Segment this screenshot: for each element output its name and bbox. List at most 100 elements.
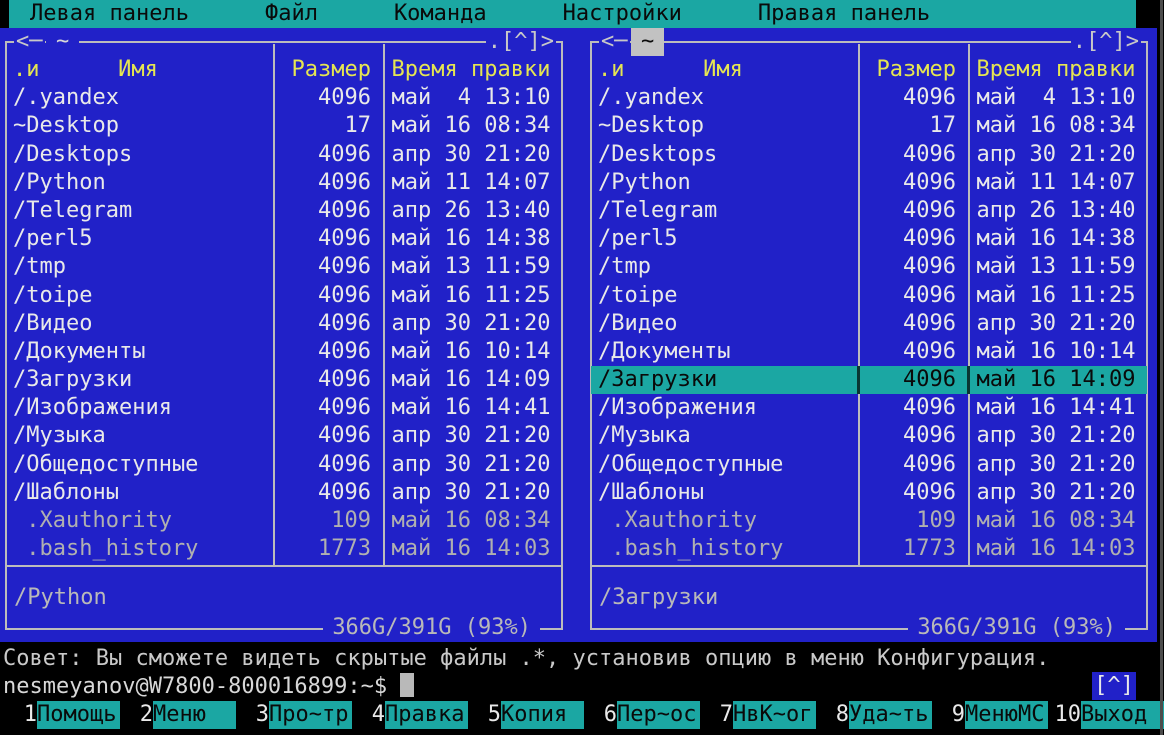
file-row[interactable]: /Шаблоны4096апр 30 21:20 xyxy=(6,479,562,507)
file-row[interactable]: /Python4096май 11 14:07 xyxy=(591,169,1147,197)
terminal-scrollbar[interactable] xyxy=(1160,0,1163,735)
file-size: 4096 xyxy=(855,197,965,225)
file-row[interactable]: .bash_history1773май 16 14:03 xyxy=(591,535,1147,563)
fkey-number: 10 xyxy=(1048,701,1081,729)
file-row[interactable]: /Общедоступные4096апр 30 21:20 xyxy=(6,451,562,479)
file-size: 4096 xyxy=(855,338,965,366)
file-size: 4096 xyxy=(270,338,380,366)
column-header-name[interactable]: .иИмя xyxy=(6,56,270,84)
panel-path[interactable]: ~ xyxy=(46,28,79,56)
fkey-6[interactable]: 6Пер~ос xyxy=(584,701,700,729)
fkey-8[interactable]: 8Уда~ть xyxy=(816,701,932,729)
fkey-1[interactable]: 1Помощь xyxy=(4,701,120,729)
file-name: /Изображения xyxy=(6,394,270,422)
file-row[interactable]: /toipe4096май 16 11:25 xyxy=(6,282,562,310)
fkey-number: 2 xyxy=(120,701,153,729)
file-row[interactable]: /perl54096май 16 14:38 xyxy=(6,225,562,253)
file-row[interactable]: /Шаблоны4096апр 30 21:20 xyxy=(591,479,1147,507)
fkey-label: Копия xyxy=(501,701,584,729)
column-header-name[interactable]: .иИмя xyxy=(591,56,855,84)
file-size: 4096 xyxy=(855,84,965,112)
file-mtime: май 16 08:34 xyxy=(380,112,562,140)
file-row[interactable]: /Desktops4096апр 30 21:20 xyxy=(591,141,1147,169)
file-mtime: май 16 14:41 xyxy=(965,394,1147,422)
file-list: .иИмяРазмерВремя правки/.yandex4096май 4… xyxy=(591,56,1147,563)
panel-up-icon[interactable]: .[^]> xyxy=(1071,28,1141,56)
menu-item-1[interactable]: Левая панель xyxy=(30,0,189,28)
file-row[interactable]: /Telegram4096апр 26 13:40 xyxy=(6,197,562,225)
menu-item-2[interactable]: Файл xyxy=(265,0,318,28)
file-row[interactable]: /tmp4096май 13 11:59 xyxy=(6,253,562,281)
file-row[interactable]: /Python4096май 11 14:07 xyxy=(6,169,562,197)
file-name: /Документы xyxy=(591,338,855,366)
file-row[interactable]: /.yandex4096май 4 13:10 xyxy=(6,84,562,112)
menu-item-3[interactable]: Команда xyxy=(394,0,487,28)
file-name: /Шаблоны xyxy=(591,479,855,507)
file-row[interactable]: /Изображения4096май 16 14:41 xyxy=(591,394,1147,422)
file-row[interactable]: /Desktops4096апр 30 21:20 xyxy=(6,141,562,169)
command-line[interactable]: nesmeyanov@W7800-800016899:~$ xyxy=(3,673,414,701)
scroll-up-indicator[interactable]: [^] xyxy=(1092,672,1136,700)
column-header-mtime[interactable]: Время правки xyxy=(965,56,1147,84)
file-row[interactable]: /toipe4096май 16 11:25 xyxy=(591,282,1147,310)
file-row[interactable]: .Xauthority109май 16 08:34 xyxy=(6,507,562,535)
menu-item-5[interactable]: Правая панель xyxy=(758,0,930,28)
file-row[interactable]: /.yandex4096май 4 13:10 xyxy=(591,84,1147,112)
panel-header: <─ ~ .[^]> xyxy=(587,28,1151,56)
file-row[interactable]: /Документы4096май 16 10:14 xyxy=(591,338,1147,366)
file-mtime: май 16 10:14 xyxy=(380,338,562,366)
file-row[interactable]: /Видео4096апр 30 21:20 xyxy=(591,310,1147,338)
fkey-number: 8 xyxy=(816,701,849,729)
file-list: .иИмяРазмерВремя правки/.yandex4096май 4… xyxy=(6,56,562,563)
file-row[interactable]: /Загрузки4096май 16 14:09 xyxy=(6,366,562,394)
file-row[interactable]: /tmp4096май 13 11:59 xyxy=(591,253,1147,281)
column-header-size[interactable]: Размер xyxy=(270,56,380,84)
fkey-3[interactable]: 3Про~тр xyxy=(236,701,352,729)
file-size: 4096 xyxy=(855,366,965,394)
fkey-4[interactable]: 4Правка xyxy=(352,701,468,729)
file-row[interactable]: ~Desktop17май 16 08:34 xyxy=(591,112,1147,140)
file-size: 4096 xyxy=(270,84,380,112)
history-back-icon[interactable]: <─ xyxy=(599,28,630,56)
fkey-2[interactable]: 2Меню xyxy=(120,701,236,729)
file-name: /tmp xyxy=(6,253,270,281)
file-size: 4096 xyxy=(270,282,380,310)
history-back-icon[interactable]: <─ xyxy=(14,28,45,56)
file-row[interactable]: .Xauthority109май 16 08:34 xyxy=(591,507,1147,535)
menu-item-4[interactable]: Настройки xyxy=(563,0,682,28)
file-name: /Общедоступные xyxy=(6,451,270,479)
fkey-7[interactable]: 7НвК~ог xyxy=(700,701,816,729)
fkey-number: 3 xyxy=(236,701,269,729)
file-size: 4096 xyxy=(855,310,965,338)
column-header-size[interactable]: Размер xyxy=(855,56,965,84)
file-row[interactable]: /Музыка4096апр 30 21:20 xyxy=(591,422,1147,450)
fkey-10[interactable]: 10Выход xyxy=(1048,701,1164,729)
file-mtime: апр 30 21:20 xyxy=(965,422,1147,450)
panel-path[interactable]: ~ xyxy=(631,28,664,56)
panel-up-icon[interactable]: .[^]> xyxy=(486,28,556,56)
fkey-label: Уда~ть xyxy=(849,701,932,729)
menu-bar: Левая панель Файл Команда Настройки Правая п… xyxy=(0,0,1164,28)
file-row[interactable]: /perl54096май 16 14:38 xyxy=(591,225,1147,253)
sort-indicator: .и xyxy=(598,56,625,84)
file-mtime: апр 30 21:20 xyxy=(380,310,562,338)
fkey-9[interactable]: 9МенюМС xyxy=(932,701,1048,729)
column-header-mtime[interactable]: Время правки xyxy=(380,56,562,84)
fkey-5[interactable]: 5Копия xyxy=(468,701,584,729)
panel-separator-line xyxy=(6,565,562,567)
file-row[interactable]: ~Desktop17май 16 08:34 xyxy=(6,112,562,140)
file-row[interactable]: /Музыка4096апр 30 21:20 xyxy=(6,422,562,450)
file-row[interactable]: /Загрузки4096май 16 14:09 xyxy=(591,366,1147,394)
file-name: /.yandex xyxy=(591,84,855,112)
file-size: 4096 xyxy=(270,169,380,197)
file-row[interactable]: /Изображения4096май 16 14:41 xyxy=(6,394,562,422)
file-mtime: май 11 14:07 xyxy=(380,169,562,197)
file-row[interactable]: /Общедоступные4096апр 30 21:20 xyxy=(591,451,1147,479)
file-row[interactable]: .bash_history1773май 16 14:03 xyxy=(6,535,562,563)
file-row[interactable]: /Telegram4096апр 26 13:40 xyxy=(591,197,1147,225)
file-row[interactable]: /Видео4096апр 30 21:20 xyxy=(6,310,562,338)
file-row[interactable]: /Документы4096май 16 10:14 xyxy=(6,338,562,366)
fkey-label: НвК~ог xyxy=(733,701,816,729)
shell-prompt: nesmeyanov@W7800-800016899:~$ xyxy=(3,674,387,699)
file-size: 4096 xyxy=(270,253,380,281)
